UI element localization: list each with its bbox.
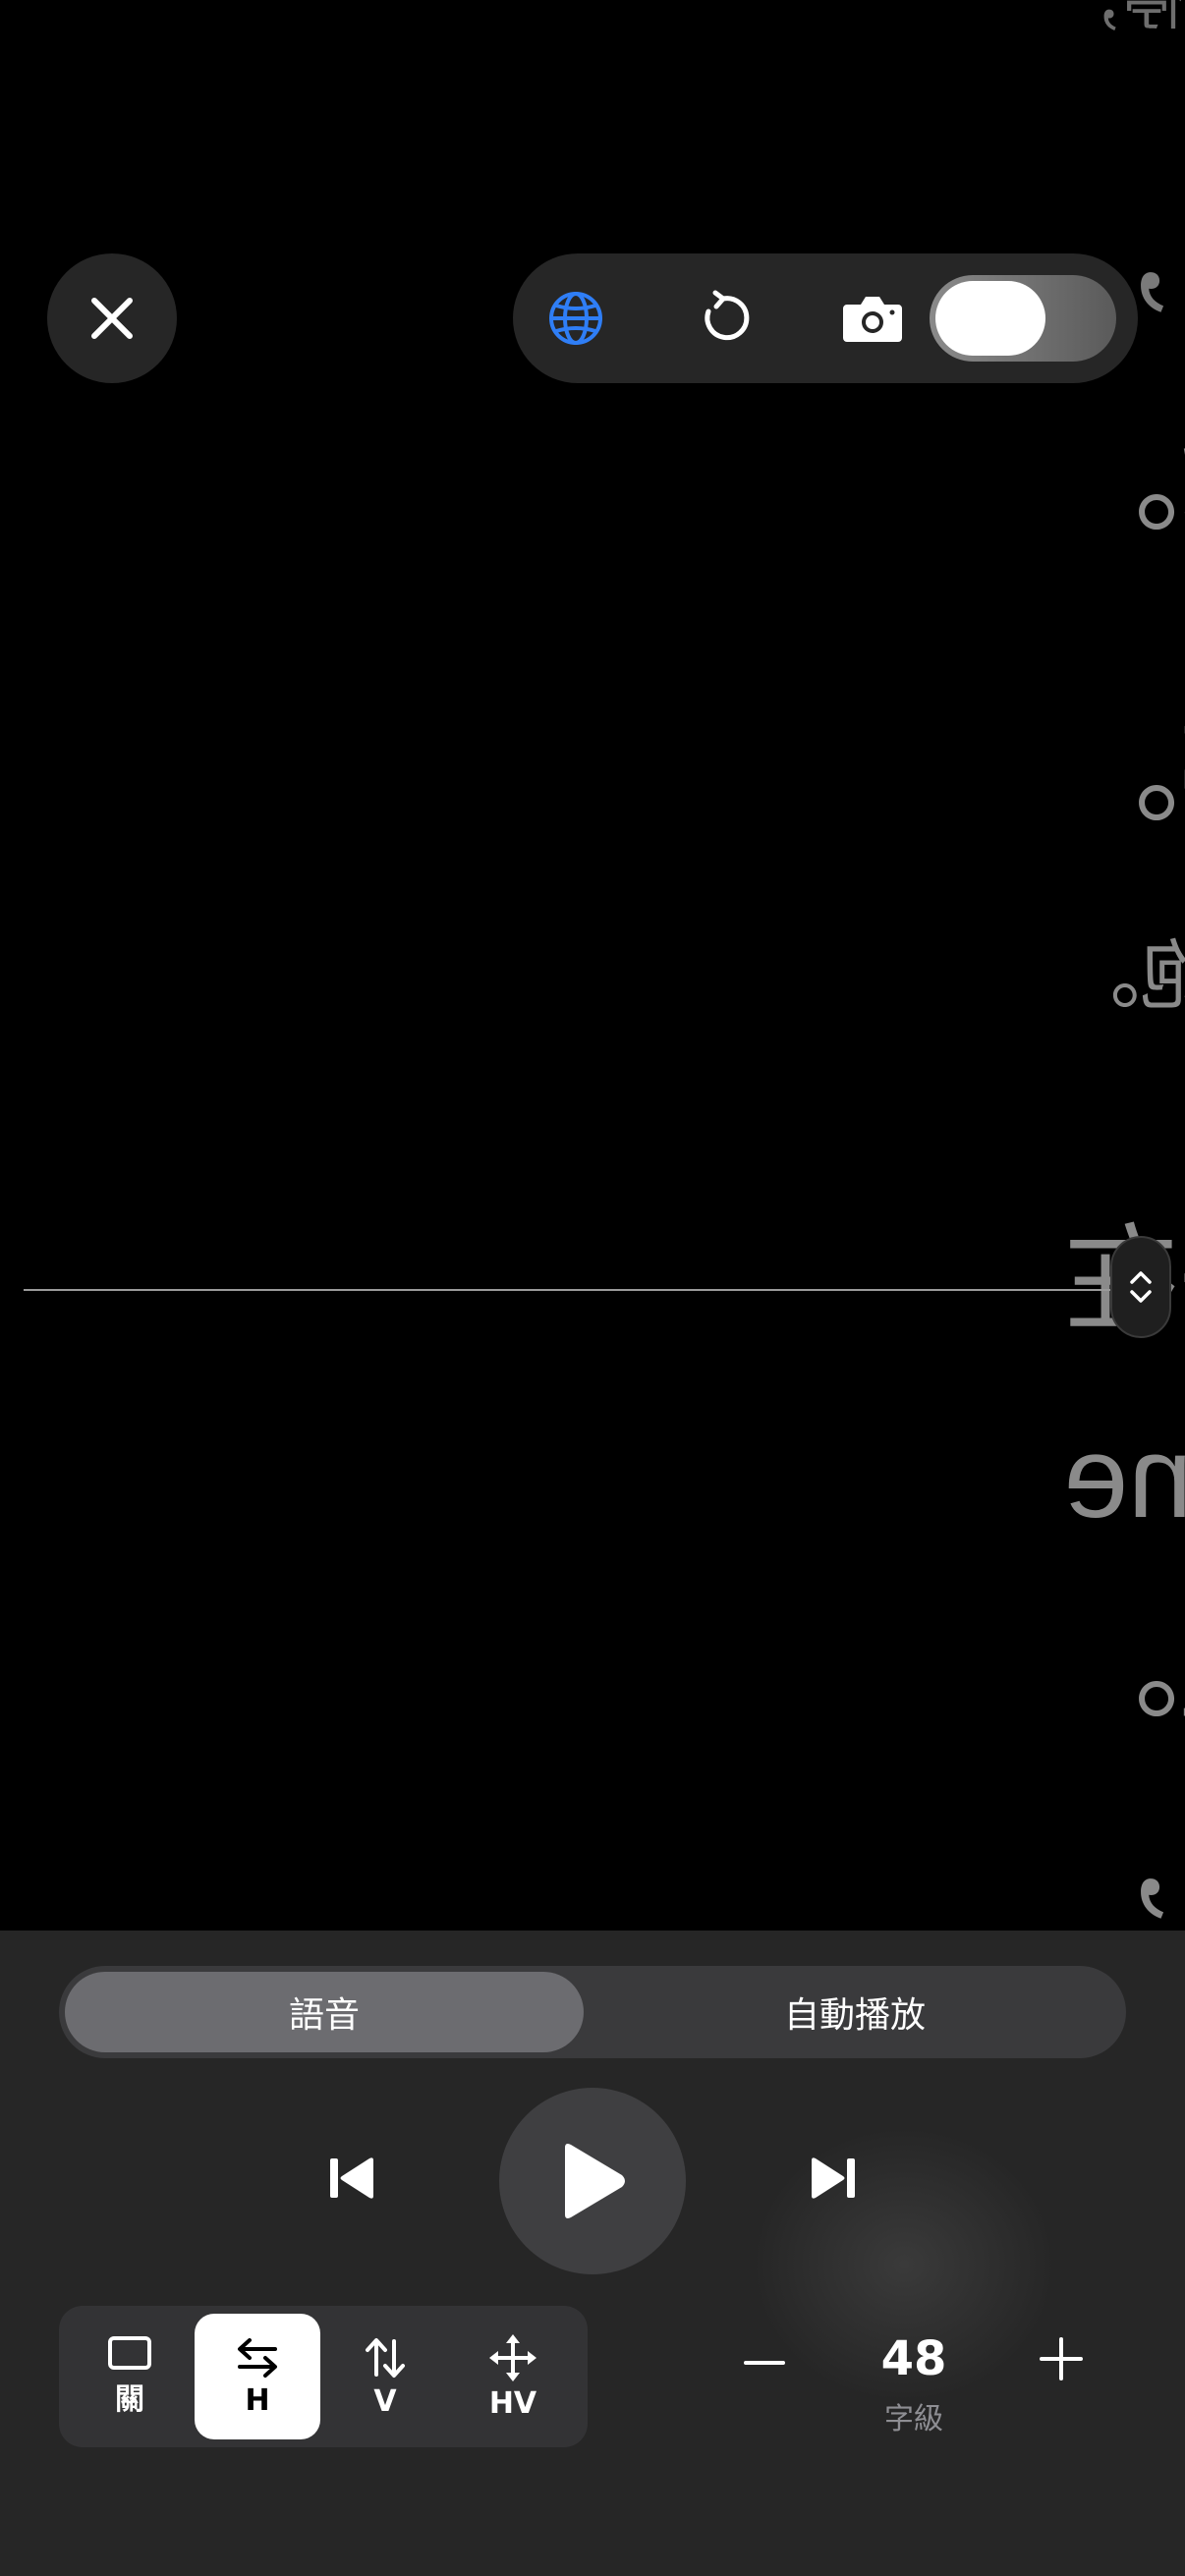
script-line: 你停，它停。	[1063, 705, 1185, 841]
segment-voice[interactable]: 語音	[65, 1972, 584, 2052]
rotate-left-icon	[705, 290, 750, 341]
font-size-label: 字級	[884, 2402, 943, 2436]
play-button[interactable]	[499, 2088, 686, 2274]
next-button[interactable]	[792, 2137, 875, 2219]
camera-toggle[interactable]	[930, 275, 1116, 362]
mirror-off-button[interactable]: 關	[67, 2314, 193, 2439]
skip-forward-icon	[812, 2157, 855, 2199]
globe-icon	[549, 292, 602, 345]
rectangle-icon	[108, 2336, 151, 2370]
mirror-mode-selector: 關 H V HV	[59, 2306, 588, 2447]
script-line: 播放頭就跟著你。	[1063, 415, 1185, 550]
camera-icon	[843, 297, 902, 342]
close-button[interactable]	[47, 253, 177, 383]
mirror-off-label: 關	[115, 2382, 144, 2417]
decrease-font-button[interactable]	[735, 2333, 794, 2392]
mirror-both-button[interactable]: HV	[450, 2314, 576, 2439]
toggle-knob	[935, 281, 1045, 356]
arrows-left-right-icon	[238, 2337, 277, 2378]
segment-autoplay[interactable]: 自動播放	[590, 1972, 1120, 2052]
script-line: 沒有帳戶，	[1063, 1798, 1185, 1931]
script-line: 這一行就會稍微暫停，	[1063, 0, 1185, 38]
play-icon	[565, 2144, 625, 2218]
mirror-vertical-button[interactable]: V	[322, 2314, 448, 2439]
reset-button[interactable]	[688, 283, 759, 354]
script-line: iPhone	[1063, 1413, 1185, 1542]
mirror-horizontal-button[interactable]: H	[195, 2314, 320, 2439]
previous-button[interactable]	[310, 2137, 393, 2219]
font-size-value: 48	[880, 2331, 947, 2386]
language-button[interactable]	[540, 283, 611, 354]
camera-button[interactable]	[837, 283, 908, 354]
plus-icon	[1040, 2337, 1083, 2380]
move-arrows-icon	[489, 2333, 536, 2381]
skip-back-icon	[330, 2157, 373, 2199]
mirror-h-label: H	[245, 2382, 270, 2418]
mirror-hv-label: HV	[488, 2385, 537, 2421]
close-icon	[91, 298, 133, 339]
reading-guide-line	[24, 1289, 1114, 1291]
increase-font-button[interactable]	[1030, 2327, 1093, 2390]
reading-guide-handle[interactable]	[1110, 1236, 1171, 1338]
top-toolbar	[513, 253, 1138, 383]
minus-icon	[744, 2361, 785, 2365]
mirror-v-label: V	[373, 2383, 397, 2419]
script-line: 的資料夾裡。	[1063, 1601, 1185, 1737]
script-line: 你不是在跟計時器賽跑。	[1063, 932, 1185, 1021]
arrows-up-down-icon	[366, 2337, 405, 2378]
chevron-up-down-icon	[1130, 1271, 1152, 1303]
control-panel: 語音 自動播放 關 H V HV 48 字級	[0, 1931, 1185, 2576]
mode-segmented-control: 語音 自動播放	[59, 1966, 1126, 2058]
